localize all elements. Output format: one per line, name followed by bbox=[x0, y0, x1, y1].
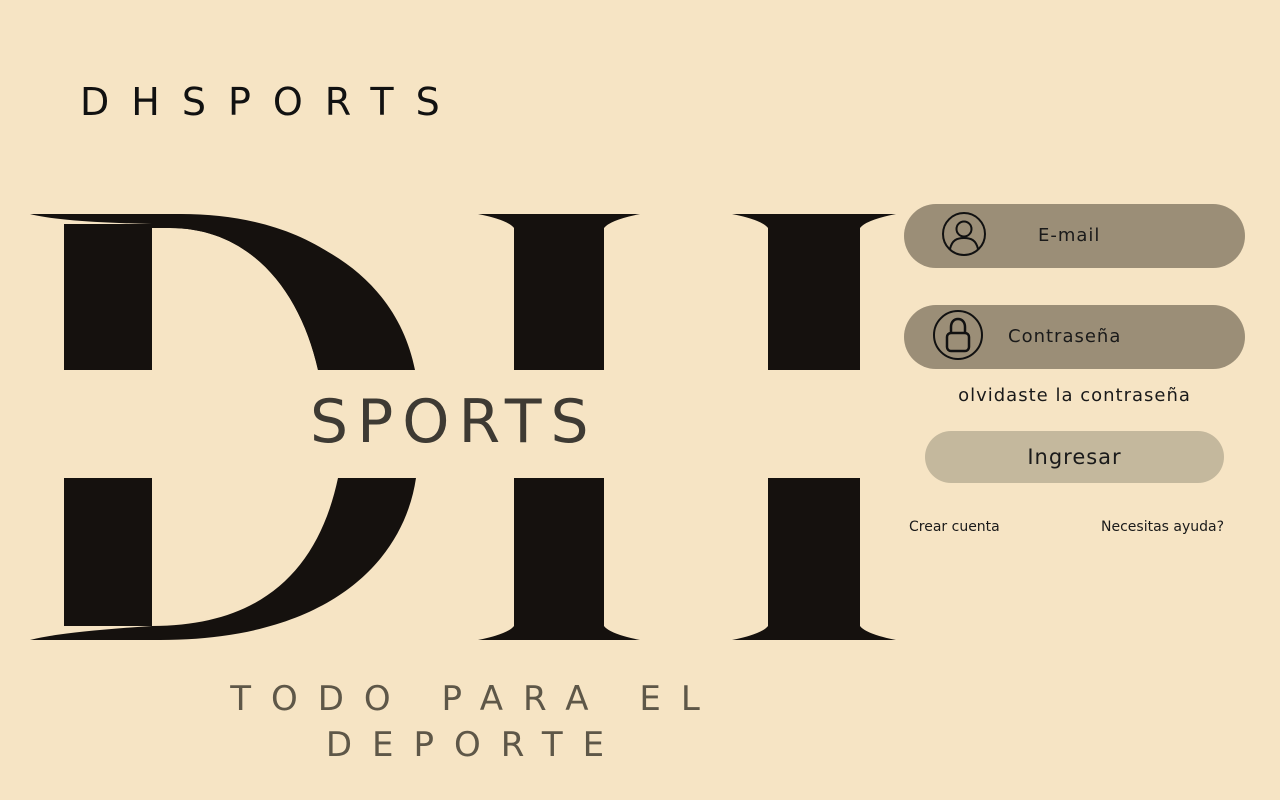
logo-tagline-line2: DEPORTE bbox=[325, 725, 625, 765]
logo-tagline-line1: TODO PARA EL bbox=[230, 679, 720, 719]
help-link[interactable]: Necesitas ayuda? bbox=[1101, 517, 1224, 537]
login-button[interactable]: Ingresar bbox=[925, 431, 1224, 483]
lock-icon bbox=[932, 309, 984, 365]
logo-tagline: TODO PARA EL DEPORTE bbox=[230, 676, 720, 768]
create-account-link[interactable]: Crear cuenta bbox=[909, 517, 1000, 537]
login-page: DHSPORTS SPORTS TODO PARA EL DEPORTE E-m… bbox=[0, 0, 1280, 800]
brand-title: DHSPORTS bbox=[80, 80, 462, 124]
password-field[interactable]: Contraseña bbox=[904, 305, 1245, 369]
logo-sports-word: SPORTS bbox=[310, 387, 598, 457]
email-field[interactable]: E-mail bbox=[904, 204, 1245, 268]
user-circle-icon bbox=[941, 211, 987, 261]
password-placeholder: Contraseña bbox=[1008, 326, 1122, 347]
forgot-password-link[interactable]: olvidaste la contraseña bbox=[904, 383, 1245, 409]
email-placeholder: E-mail bbox=[1038, 225, 1101, 246]
